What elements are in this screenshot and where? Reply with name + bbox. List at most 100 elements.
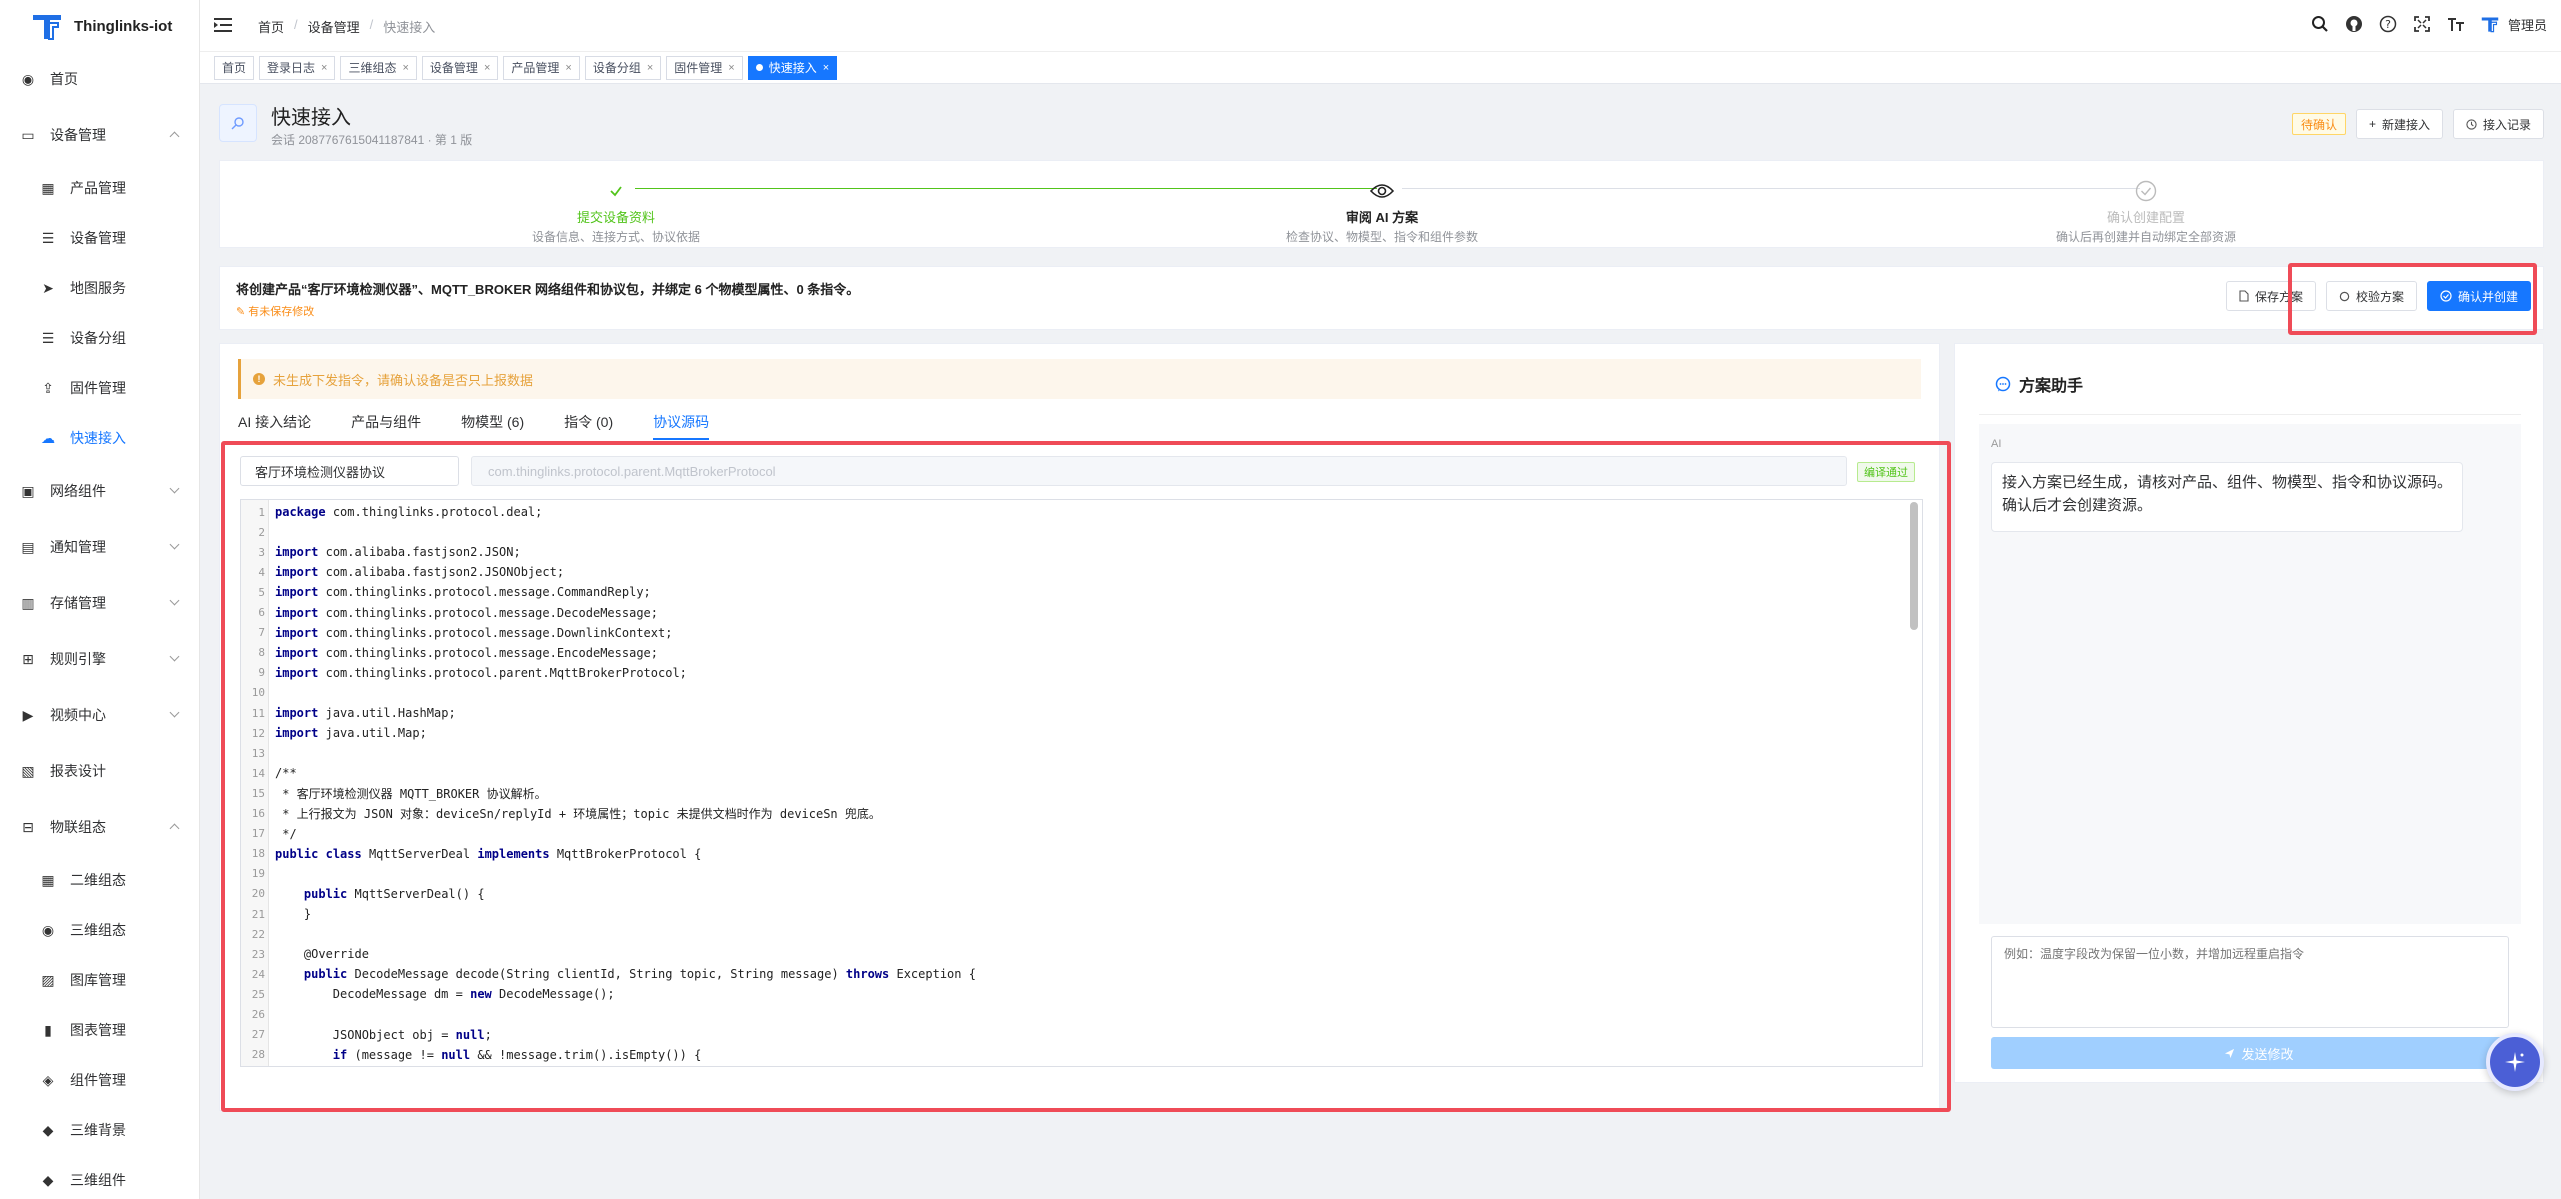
tab-thing-model[interactable]: 物模型 (6): [461, 412, 524, 440]
sidebar-item-5[interactable]: ☰ 设备分组: [0, 318, 199, 358]
font-size-icon[interactable]: [2446, 14, 2466, 34]
check-circle-icon: [2134, 179, 2158, 203]
sidebar-item-17[interactable]: ▨ 图库管理: [0, 960, 199, 1000]
sidebar-item-label: 规则引擎: [50, 651, 106, 667]
code-text: * 客厅环境检测仪器 MQTT_BROKER 协议解析。: [275, 786, 547, 801]
sidebar-item-14[interactable]: ⊟ 物联组态: [0, 807, 199, 847]
code-text: import com.alibaba.fastjson2.JSON;: [275, 545, 521, 560]
access-history-button[interactable]: 接入记录: [2452, 109, 2544, 139]
tag-3[interactable]: 设备管理 ×: [421, 55, 499, 80]
scrollbar[interactable]: [1910, 502, 1918, 630]
sidebar-item-21[interactable]: ◆ 三维组件: [0, 1160, 199, 1199]
network-icon: ▣: [21, 482, 35, 499]
help-icon[interactable]: ?: [2378, 14, 2398, 34]
sidebar-item-8[interactable]: ▣ 网络组件: [0, 471, 199, 511]
line-number: 10: [251, 686, 265, 700]
sidebar-item-0[interactable]: ◉ 首页: [0, 59, 199, 99]
sidebar-item-19[interactable]: ◈ 组件管理: [0, 1060, 199, 1100]
tag-6[interactable]: 固件管理 ×: [666, 55, 743, 80]
revision-input[interactable]: [1991, 936, 2509, 1028]
breadcrumb-device-management[interactable]: 设备管理: [308, 17, 360, 36]
tab-protocol-source[interactable]: 协议源码: [653, 412, 710, 440]
tag-4[interactable]: 产品管理 ×: [503, 55, 580, 80]
sidebar-item-20[interactable]: ◆ 三维背景: [0, 1110, 199, 1150]
code-line: 17 */: [241, 824, 297, 844]
warning-text: 未生成下发指令，请确认设备是否只上报数据: [273, 372, 534, 388]
line-number: 24: [251, 967, 265, 981]
close-icon[interactable]: ×: [823, 62, 829, 74]
sidebar-item-3[interactable]: ☰ 设备管理: [0, 218, 199, 258]
dashboard-icon: ◉: [21, 70, 35, 87]
new-access-button[interactable]: + 新建接入: [2355, 109, 2443, 139]
sidebar-item-label: 二维组态: [70, 872, 126, 888]
list-icon: ☰: [41, 229, 55, 246]
sidebar-item-7[interactable]: ☁ 快速接入: [0, 418, 199, 458]
ai-assistant-float-button[interactable]: [2486, 1033, 2544, 1091]
sidebar-item-18[interactable]: ▮ 图表管理: [0, 1010, 199, 1050]
tag-2[interactable]: 三维组态 ×: [340, 55, 417, 80]
confirm-create-button[interactable]: 确认并创建: [2426, 281, 2531, 311]
tag-0[interactable]: 首页: [214, 55, 255, 80]
tag-label: 快速接入: [768, 61, 817, 75]
tag-7[interactable]: 快速接入 ×: [747, 55, 838, 80]
line-number: 22: [251, 927, 265, 941]
menu-fold-icon[interactable]: [214, 17, 232, 33]
tab-product-component[interactable]: 产品与组件: [351, 412, 421, 440]
sidebar-item-12[interactable]: ▶ 视频中心: [0, 695, 199, 735]
github-icon[interactable]: [2344, 14, 2364, 34]
fullscreen-icon[interactable]: [2412, 14, 2432, 34]
code-text: import com.thinglinks.protocol.message.D…: [275, 625, 673, 640]
sidebar-item-16[interactable]: ◉ 三维组态: [0, 910, 199, 950]
sidebar-item-6[interactable]: ⇪ 固件管理: [0, 368, 199, 408]
close-icon[interactable]: ×: [402, 62, 408, 74]
chevron-up-icon: [169, 823, 180, 834]
step-confirm-create: 确认创建配置 确认后再创建并自动绑定全部资源: [1996, 179, 2296, 245]
code-line: 9 import com.thinglinks.protocol.parent.M…: [241, 663, 687, 683]
protocol-class-input: com.thinglinks.protocol.parent.MqttBroke…: [471, 456, 1847, 486]
avatar[interactable]: [2480, 14, 2500, 34]
code-editor[interactable]: 1 package com.thinglinks.protocol.deal; 2 3…: [240, 499, 1923, 1067]
code-text: JSONObject obj = null;: [332, 1027, 492, 1042]
tab-commands[interactable]: 指令 (0): [564, 412, 613, 440]
warning-icon: !: [253, 373, 265, 385]
protocol-name-input[interactable]: 客厅环境检测仪器协议: [240, 456, 459, 486]
close-icon[interactable]: ×: [728, 62, 734, 74]
app-logo[interactable]: Thinglinks-iot: [0, 0, 199, 52]
tag-1[interactable]: 登录日志 ×: [259, 55, 336, 80]
close-icon[interactable]: ×: [565, 62, 571, 74]
check-circle-icon: [2440, 290, 2452, 302]
sidebar-item-15[interactable]: ▦ 二维组态: [0, 860, 199, 900]
close-icon[interactable]: ×: [484, 62, 490, 74]
sidebar-item-label: 三维背景: [70, 1122, 126, 1138]
sidebar-item-10[interactable]: ▥ 存储管理: [0, 583, 199, 623]
line-number: 15: [251, 786, 265, 800]
code-line: 12 import java.util.Map;: [241, 723, 427, 743]
sidebar-item-13[interactable]: ▧ 报表设计: [0, 751, 199, 791]
save-plan-button[interactable]: 保存方案: [2225, 281, 2316, 311]
send-revision-button[interactable]: 发送修改: [1991, 1037, 2527, 1069]
code-line: 8 import com.thinglinks.protocol.message.…: [241, 643, 658, 663]
tab-ai-conclusion[interactable]: AI 接入结论: [238, 412, 311, 440]
user-name[interactable]: 管理员: [2508, 15, 2547, 34]
code-line: 10: [241, 683, 275, 703]
breadcrumb-home[interactable]: 首页: [258, 17, 284, 36]
search-icon[interactable]: [2310, 14, 2330, 34]
sidebar-item-11[interactable]: ⊞ 规则引擎: [0, 639, 199, 679]
close-icon[interactable]: ×: [647, 62, 653, 74]
page-title-bar: 快速接入 会话 2087767615041187841 · 第 1 版 待确认 …: [219, 95, 2544, 157]
close-icon[interactable]: ×: [321, 62, 327, 74]
tag-5[interactable]: 设备分组 ×: [584, 55, 662, 80]
sidebar-item-9[interactable]: ▤ 通知管理: [0, 527, 199, 567]
tag-label: 首页: [222, 61, 247, 75]
plan-summary: 将创建产品“客厅环境检测仪器”、MQTT_BROKER 网络组件和协议包，并绑定…: [219, 266, 2544, 330]
sidebar-item-1[interactable]: ▭ 设备管理: [0, 115, 199, 155]
chevron-down-icon: [169, 539, 180, 550]
sidebar-item-2[interactable]: ▦ 产品管理: [0, 168, 199, 208]
sidebar-item-4[interactable]: ➤ 地图服务: [0, 268, 199, 308]
sidebar-item-label: 网络组件: [50, 483, 106, 499]
list-icon: ☰: [41, 329, 55, 346]
circle-icon: [2339, 291, 2350, 301]
validate-plan-button[interactable]: 校验方案: [2325, 281, 2417, 311]
device-icon: ▭: [21, 126, 35, 143]
sidebar-item-label: 通知管理: [50, 539, 106, 555]
